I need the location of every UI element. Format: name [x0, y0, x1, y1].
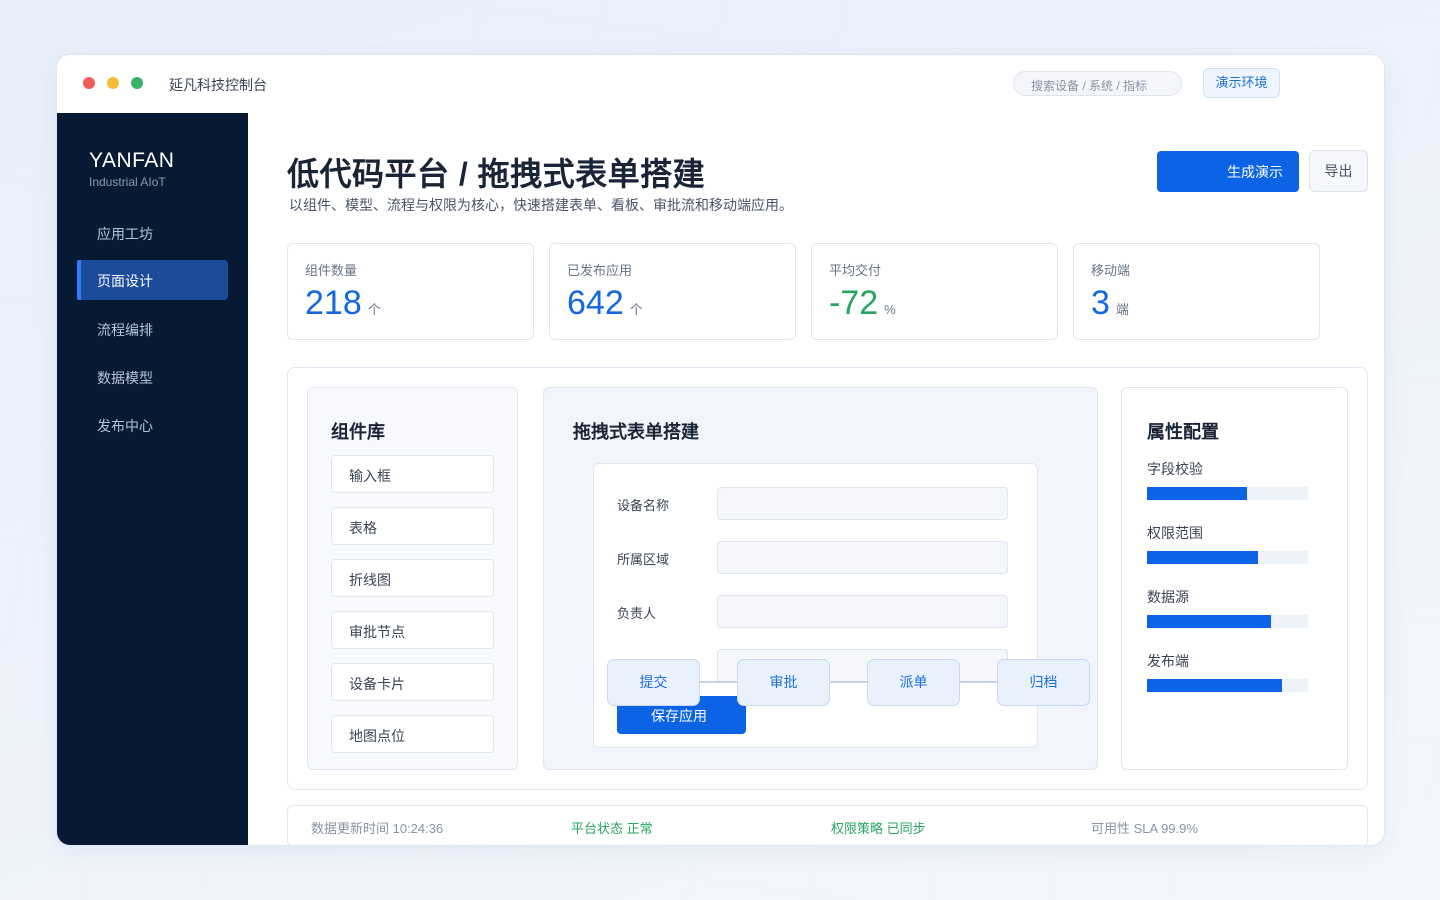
stat-label: 已发布应用: [567, 263, 633, 278]
prop-level-fill: [1147, 615, 1271, 628]
form-canvas: 拖拽式表单搭建 设备名称 所属区域 负责人 保存应用 提交 审批 派单 归档: [543, 387, 1098, 770]
library-item[interactable]: 审批节点: [331, 611, 494, 649]
page-description: 以组件、模型、流程与权限为核心，快速搭建表单、看板、审批流和移动端应用。: [289, 197, 793, 213]
prop-level-bar[interactable]: [1147, 615, 1308, 628]
sidebar-item-page-design[interactable]: 页面设计: [77, 260, 228, 300]
library-item[interactable]: 表格: [331, 507, 494, 545]
sidebar-item-app-workshop[interactable]: 应用工坊: [77, 213, 228, 253]
component-library: 组件库 输入框 表格 折线图 审批节点 设备卡片 地图点位: [307, 387, 518, 770]
library-item[interactable]: 折线图: [331, 559, 494, 597]
stat-value: 3端: [1091, 284, 1129, 322]
status-sla: 可用性 SLA 99.9%: [1091, 821, 1198, 836]
status-updated-time: 数据更新时间 10:24:36: [311, 821, 444, 836]
close-window-icon[interactable]: [83, 77, 95, 89]
brand-subtitle: Industrial AIoT: [89, 175, 166, 189]
prop-label: 字段校验: [1147, 461, 1203, 477]
prop-label: 权限范围: [1147, 525, 1203, 541]
flow-node-archive[interactable]: 归档: [997, 659, 1090, 706]
app-window: 延凡科技控制台 搜索设备 / 系统 / 指标 演示环境 YANFAN Indus…: [56, 54, 1385, 846]
minimize-window-icon[interactable]: [107, 77, 119, 89]
prop-level-fill: [1147, 487, 1247, 500]
main-content: 低代码平台 / 拖拽式表单搭建 以组件、模型、流程与权限为核心，快速搭建表单、看…: [248, 113, 1384, 845]
sidebar-item-data-model[interactable]: 数据模型: [77, 357, 228, 397]
search-input[interactable]: 搜索设备 / 系统 / 指标: [1013, 71, 1182, 96]
stat-label: 组件数量: [305, 263, 358, 278]
prop-level-fill: [1147, 679, 1283, 692]
stat-card: 移动端 3端: [1073, 243, 1320, 340]
field-label-device-name: 设备名称: [617, 498, 670, 513]
props-title: 属性配置: [1147, 422, 1219, 442]
sidebar-item-publish[interactable]: 发布中心: [77, 405, 228, 445]
library-item[interactable]: 输入框: [331, 455, 494, 493]
flow-node-approve[interactable]: 审批: [737, 659, 830, 706]
status-bar: 数据更新时间 10:24:36 平台状态 正常 权限策略 已同步 可用性 SLA…: [287, 805, 1368, 845]
field-label-owner: 负责人: [617, 606, 657, 621]
prop-level-fill: [1147, 551, 1259, 564]
title-bar: 延凡科技控制台 搜索设备 / 系统 / 指标 演示环境: [57, 55, 1384, 113]
page-title: 低代码平台 / 拖拽式表单搭建: [287, 156, 706, 192]
prop-label: 发布端: [1147, 653, 1189, 669]
stat-card: 平均交付 -72%: [811, 243, 1058, 340]
stat-value: 642 个: [567, 284, 643, 322]
prop-level-bar[interactable]: [1147, 551, 1308, 564]
app-title: 延凡科技控制台: [169, 77, 267, 93]
library-item[interactable]: 地图点位: [331, 715, 494, 753]
flow-node-submit[interactable]: 提交: [607, 659, 700, 706]
flow-node-dispatch[interactable]: 派单: [867, 659, 960, 706]
flow-connector: [644, 681, 1044, 683]
prop-level-bar[interactable]: [1147, 679, 1308, 692]
library-item[interactable]: 设备卡片: [331, 663, 494, 701]
export-button[interactable]: 导出: [1309, 150, 1368, 192]
library-title: 组件库: [331, 422, 385, 442]
stat-card: 已发布应用 642 个: [549, 243, 796, 340]
stat-label: 移动端: [1091, 263, 1131, 278]
stat-value: 218 个: [305, 284, 381, 322]
stat-card: 组件数量 218 个: [287, 243, 534, 340]
brand-logo: YANFAN: [89, 149, 175, 172]
region-input[interactable]: [717, 541, 1008, 574]
prop-level-bar[interactable]: [1147, 487, 1308, 500]
property-panel: 属性配置 字段校验 权限范围 数据源 发布端: [1121, 387, 1348, 770]
stat-value: -72%: [829, 284, 896, 322]
canvas-title: 拖拽式表单搭建: [573, 422, 699, 442]
sidebar-item-flow[interactable]: 流程编排: [77, 309, 228, 349]
generate-demo-button[interactable]: 生成演示: [1157, 151, 1299, 192]
sidebar: YANFAN Industrial AIoT 应用工坊 页面设计 流程编排 数据…: [57, 113, 248, 845]
status-platform: 平台状态 正常: [571, 821, 653, 836]
builder-panel: 组件库 输入框 表格 折线图 审批节点 设备卡片 地图点位 拖拽式表单搭建 设备…: [287, 367, 1368, 790]
env-button[interactable]: 演示环境: [1203, 68, 1280, 98]
prop-label: 数据源: [1147, 589, 1189, 605]
owner-input[interactable]: [717, 595, 1008, 628]
stat-label: 平均交付: [829, 263, 882, 278]
maximize-window-icon[interactable]: [131, 77, 143, 89]
field-label-region: 所属区域: [617, 552, 670, 567]
device-name-input[interactable]: [717, 487, 1008, 520]
status-policy: 权限策略 已同步: [831, 821, 926, 836]
